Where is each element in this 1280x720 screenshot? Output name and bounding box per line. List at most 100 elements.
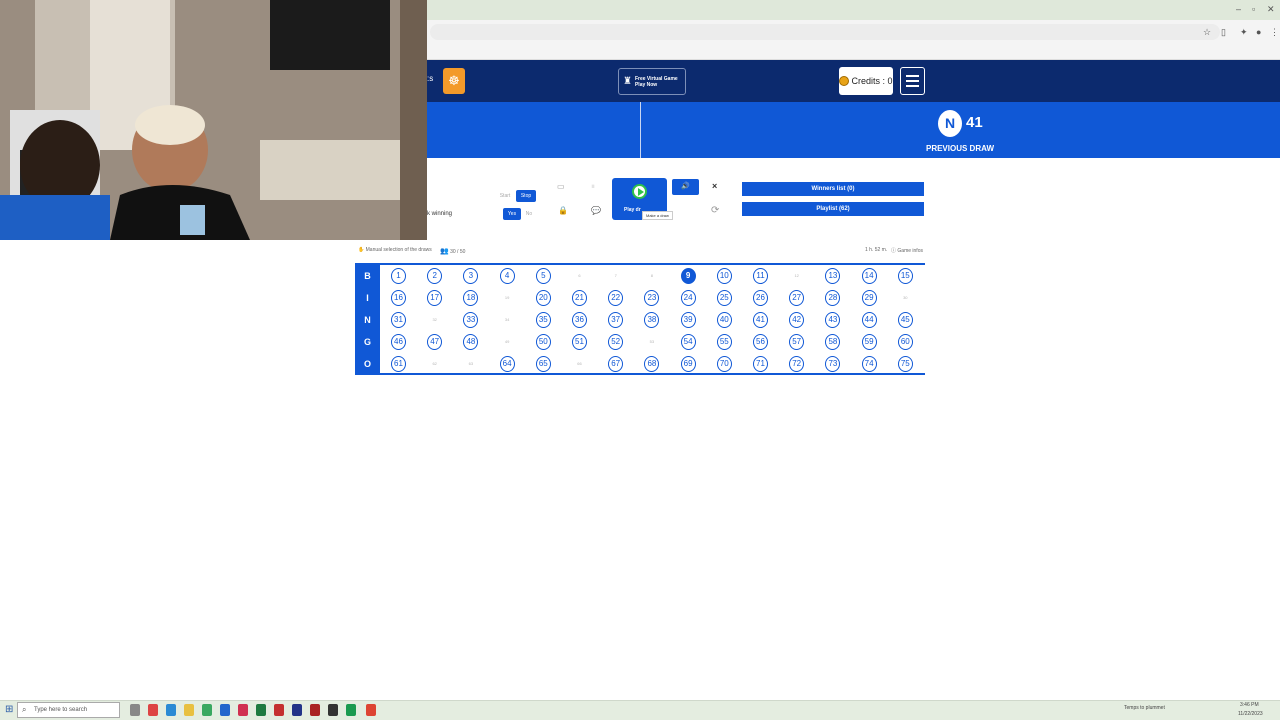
board-ball[interactable]: 12 [789,268,805,284]
board-ball[interactable]: 34 [499,312,515,328]
board-ball[interactable]: 33 [463,312,479,328]
maximize-button[interactable]: ▫ [1252,4,1255,14]
board-ball[interactable]: 41 [753,312,768,328]
board-ball[interactable]: 68 [644,356,660,372]
app-icon-2[interactable] [202,704,212,716]
board-ball[interactable]: 4 [499,268,515,284]
stop-button[interactable]: Stop [516,190,536,202]
app-icon-4[interactable] [274,704,284,716]
board-ball[interactable]: 7 [608,268,624,284]
board-ball[interactable]: 67 [608,356,624,372]
app-icon-8[interactable] [346,704,356,716]
board-ball[interactable]: 16 [391,290,406,306]
board-ball[interactable]: 61 [391,356,406,372]
board-ball[interactable]: 57 [789,334,805,350]
chrome-icon[interactable] [238,704,248,716]
board-ball[interactable]: 1 [391,268,406,284]
ferris-wheel-icon[interactable]: ☸ [443,68,465,94]
app-icon-1[interactable] [148,704,158,716]
board-ball[interactable]: 19 [499,290,515,306]
board-ball[interactable]: 46 [391,334,406,350]
board-ball[interactable]: 38 [644,312,660,328]
board-ball[interactable]: 60 [897,334,913,350]
windows-start-icon[interactable]: ⊞ [5,704,13,715]
app-icon-9[interactable] [366,704,376,716]
sidepanel-icon[interactable]: ▯ [1221,27,1226,38]
board-ball[interactable]: 48 [463,334,479,350]
monitor-icon[interactable]: ▭ [557,182,565,191]
board-ball[interactable]: 26 [753,290,768,306]
weather-widget[interactable]: Temps to plummet [1124,705,1165,711]
board-ball[interactable]: 47 [427,334,443,350]
board-ball[interactable]: 5 [535,268,551,284]
task-view-icon[interactable] [130,704,140,716]
free-virtual-game-button[interactable]: ♜ Free Virtual Game Play Now [618,68,686,95]
excel-icon[interactable] [256,704,266,716]
edge-icon[interactable] [166,704,176,716]
board-ball[interactable]: 50 [535,334,551,350]
board-ball[interactable]: 9 [680,268,696,284]
board-ball[interactable]: 24 [680,290,696,306]
app-icon-3[interactable] [220,704,230,716]
pause-icon[interactable]: ⏸ [591,182,595,192]
board-ball[interactable]: 15 [897,268,913,284]
board-ball[interactable]: 22 [608,290,624,306]
board-ball[interactable]: 75 [897,356,913,372]
board-ball[interactable]: 52 [608,334,624,350]
close-window-button[interactable]: ✕ [1267,4,1275,15]
playlist-button[interactable]: Playlist (62) [742,202,924,216]
lock-icon[interactable]: 🔒 [558,206,568,215]
board-ball[interactable]: 29 [861,290,877,306]
board-ball[interactable]: 21 [572,290,587,306]
board-ball[interactable]: 2 [427,268,443,284]
board-ball[interactable]: 65 [535,356,551,372]
board-ball[interactable]: 45 [897,312,913,328]
extension-icon[interactable]: ✦ [1240,27,1248,38]
star-icon[interactable]: ☆ [1203,27,1211,38]
board-ball[interactable]: 18 [463,290,479,306]
board-ball[interactable]: 37 [608,312,624,328]
minimize-button[interactable]: – [1236,4,1241,14]
board-ball[interactable]: 14 [861,268,877,284]
board-ball[interactable]: 31 [391,312,406,328]
refresh-icon[interactable]: ⟳ [711,205,719,216]
board-ball[interactable]: 49 [499,334,515,350]
board-ball[interactable]: 69 [680,356,696,372]
board-ball[interactable]: 10 [716,268,732,284]
board-ball[interactable]: 56 [753,334,768,350]
board-ball[interactable]: 11 [753,268,768,284]
app-icon-5[interactable] [292,704,302,716]
board-ball[interactable]: 32 [427,312,443,328]
chat-icon[interactable]: 💬 [591,206,601,215]
board-ball[interactable]: 63 [463,356,479,372]
more-icon[interactable]: ⋮ [1270,27,1279,38]
board-ball[interactable]: 27 [789,290,805,306]
board-ball[interactable]: 70 [716,356,732,372]
board-ball[interactable]: 51 [572,334,587,350]
clock-time[interactable]: 3:46 PM [1240,702,1259,708]
board-ball[interactable]: 3 [463,268,479,284]
board-ball[interactable]: 62 [427,356,443,372]
board-ball[interactable]: 44 [861,312,877,328]
speaker-icon[interactable]: 🔊 [672,179,699,195]
board-ball[interactable]: 6 [572,268,587,284]
yes-toggle[interactable]: Yes [503,208,521,220]
credits-badge[interactable]: Credits : 0 [839,67,893,95]
board-ball[interactable]: 66 [572,356,587,372]
board-ball[interactable]: 53 [644,334,660,350]
board-ball[interactable]: 64 [499,356,515,372]
board-ball[interactable]: 58 [825,334,841,350]
board-ball[interactable]: 59 [861,334,877,350]
close-controls-button[interactable]: × [712,181,717,191]
profile-icon[interactable]: ● [1256,27,1261,37]
board-ball[interactable]: 35 [535,312,551,328]
board-ball[interactable]: 30 [897,290,913,306]
clock-date[interactable]: 11/22/2023 [1238,711,1263,717]
board-ball[interactable]: 72 [789,356,805,372]
board-ball[interactable]: 23 [644,290,660,306]
app-icon-6[interactable] [310,704,320,716]
taskbar-search-input[interactable]: ⌕ Type here to search [17,702,120,718]
no-toggle[interactable]: No [522,208,536,220]
board-ball[interactable]: 55 [716,334,732,350]
app-icon-7[interactable] [328,704,338,716]
